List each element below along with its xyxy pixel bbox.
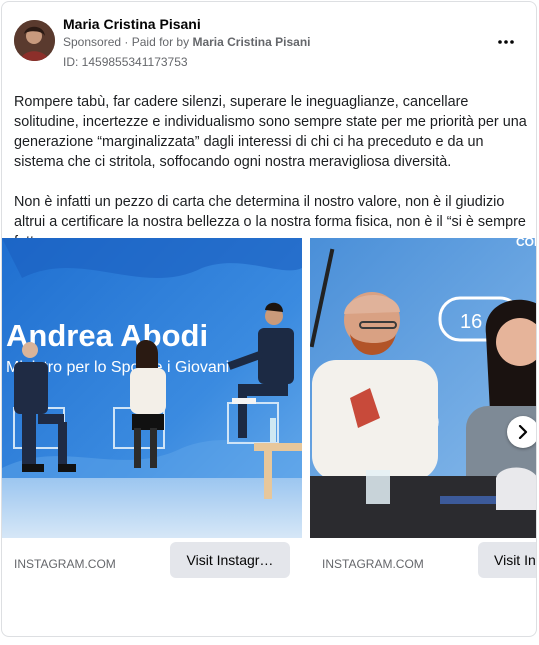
post-header: Maria Cristina Pisani Sponsored · Paid f… bbox=[2, 2, 536, 80]
meta-separator: · bbox=[124, 35, 129, 49]
more-options-button[interactable] bbox=[492, 28, 520, 56]
avatar-image bbox=[14, 20, 55, 61]
carousel-footer-1: INSTAGRAM.COM Visit Instagr… bbox=[2, 538, 302, 596]
paid-for-name: Maria Cristina Pisani bbox=[192, 35, 311, 49]
paid-for-label: Paid for by bbox=[131, 35, 190, 49]
stage-photo-2: CONSI 16 MB bbox=[310, 238, 537, 538]
link-domain-1: INSTAGRAM.COM bbox=[14, 557, 116, 571]
sponsored-label: Sponsored bbox=[63, 35, 122, 49]
ad-id: ID: 1459855341173753 bbox=[63, 55, 188, 69]
stage-text-3: CONSI bbox=[516, 238, 537, 249]
image-carousel: Andrea Abodi Ministro per lo Sport e i G… bbox=[2, 238, 537, 603]
page-avatar[interactable] bbox=[14, 20, 55, 61]
carousel-card-2[interactable]: CONSI 16 MB bbox=[310, 238, 537, 603]
stage-photo-1: Andrea Abodi Ministro per lo Sport e i G… bbox=[2, 238, 302, 538]
page-name[interactable]: Maria Cristina Pisani bbox=[63, 16, 201, 32]
more-horizontal-icon bbox=[498, 40, 514, 44]
visit-instagram-button-2[interactable]: Visit Ins bbox=[478, 542, 536, 578]
carousel-next-button[interactable] bbox=[507, 416, 536, 448]
carousel-footer-2: INSTAGRAM.COM Visit Ins bbox=[310, 538, 536, 596]
carousel-image-2[interactable]: CONSI 16 MB bbox=[310, 238, 537, 538]
chevron-right-icon bbox=[518, 425, 528, 439]
ad-card: Maria Cristina Pisani Sponsored · Paid f… bbox=[1, 1, 537, 637]
sponsored-line: Sponsored · Paid for by Maria Cristina P… bbox=[63, 35, 311, 49]
carousel-card-1[interactable]: Andrea Abodi Ministro per lo Sport e i G… bbox=[2, 238, 302, 603]
post-paragraph-1: Rompere tabù, far cadere silenzi, supera… bbox=[14, 94, 527, 170]
visit-instagram-button-1[interactable]: Visit Instagr… bbox=[170, 542, 290, 578]
carousel-image-1[interactable]: Andrea Abodi Ministro per lo Sport e i G… bbox=[2, 238, 302, 538]
stage-text-4: 16 bbox=[460, 311, 482, 333]
link-domain-2: INSTAGRAM.COM bbox=[322, 557, 424, 571]
